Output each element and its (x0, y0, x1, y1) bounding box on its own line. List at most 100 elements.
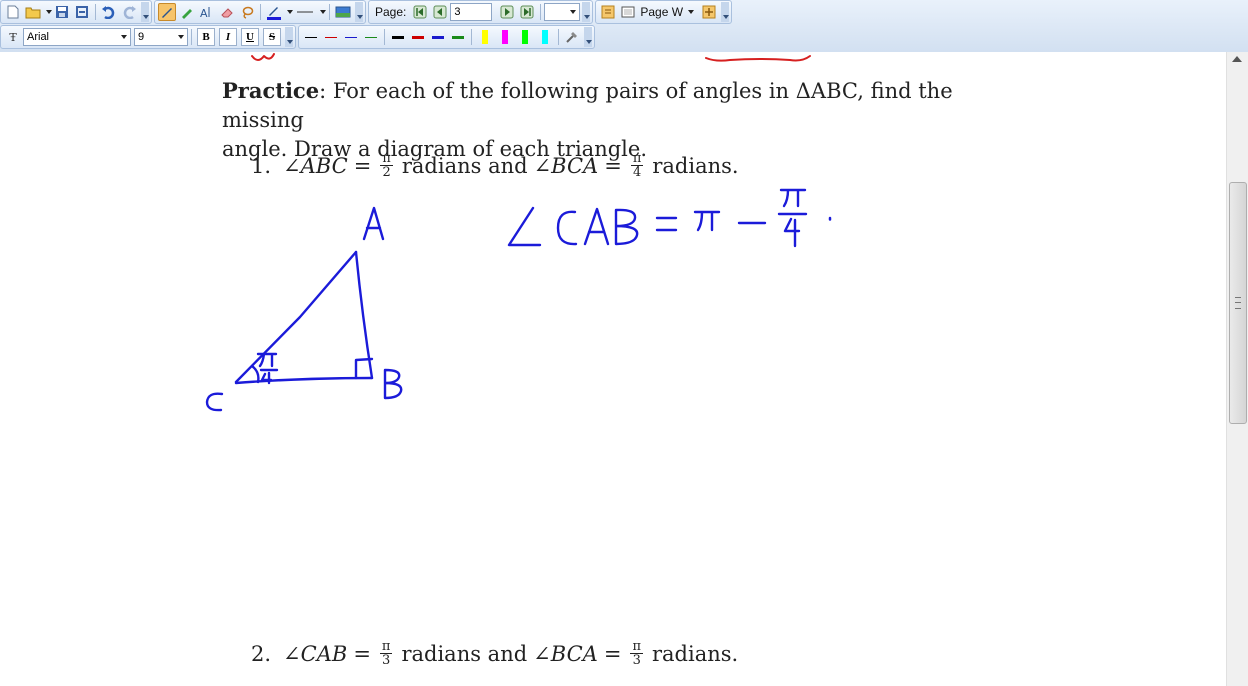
toolbar-separator (329, 4, 330, 20)
toolbar-row-2: Ŧ Arial 9 B I U S (0, 25, 597, 49)
insert-page-icon[interactable] (599, 3, 617, 21)
thick-blue-pen-preset[interactable] (429, 28, 447, 46)
lasso-tool-icon[interactable] (238, 3, 256, 21)
file-toolbar (0, 0, 152, 24)
strikethrough-button[interactable]: S (263, 28, 281, 46)
tools-icon[interactable] (563, 28, 581, 46)
handwritten-angle-sign (507, 206, 542, 247)
undo-icon[interactable] (100, 3, 118, 21)
font-name-select[interactable]: Arial (23, 28, 131, 46)
angle-c-arc (250, 364, 260, 384)
toolbar-overflow-icon[interactable] (582, 2, 591, 22)
bold-button[interactable]: B (197, 28, 215, 46)
zoom-combo[interactable] (544, 3, 581, 21)
zoom-dropdown-icon[interactable] (570, 10, 577, 14)
font-size-value: 9 (138, 31, 145, 43)
view-toolbar: Page W (595, 0, 733, 24)
text-tool-icon[interactable]: A (198, 3, 216, 21)
thick-green-pen-preset[interactable] (449, 28, 467, 46)
pen-color-dropdown-icon[interactable] (287, 10, 293, 14)
handwritten-vertex-b (383, 368, 403, 400)
svg-text:A: A (200, 7, 208, 19)
page-view-icon[interactable] (619, 3, 637, 21)
toolbar-overflow-icon[interactable] (285, 27, 293, 47)
pen-color-icon[interactable] (265, 3, 283, 21)
line-style-icon[interactable] (294, 3, 316, 21)
toolbar-separator (540, 4, 542, 20)
font-name-dropdown-icon[interactable] (121, 35, 127, 39)
toolbar-separator (558, 29, 559, 45)
toolbar-overflow-icon[interactable] (721, 2, 730, 22)
font-size-dropdown-icon[interactable] (178, 35, 184, 39)
handwritten-equals (655, 216, 678, 232)
italic-button[interactable]: I (219, 28, 237, 46)
previous-page-icon[interactable] (431, 3, 449, 21)
last-page-icon[interactable] (518, 3, 536, 21)
background-icon[interactable] (334, 3, 352, 21)
toolbar-separator (384, 29, 385, 45)
pen-tool-icon[interactable] (158, 3, 176, 21)
handwritten-vertex-a (362, 206, 385, 241)
pen-presets-toolbar (298, 25, 595, 49)
page-nav-toolbar: Page: 3 (368, 0, 594, 24)
scrollbar-thumb[interactable] (1229, 182, 1247, 424)
pen-toolbar: A (154, 0, 366, 24)
scrollbar-grip-icon (1235, 297, 1241, 309)
cyan-highlighter-preset[interactable] (536, 28, 554, 46)
view-mode-dropdown-icon[interactable] (688, 10, 695, 14)
handwritten-fraction-pi (779, 188, 807, 208)
toolbar-separator (191, 29, 192, 45)
line-style-dropdown-icon[interactable] (320, 10, 326, 14)
font-icon: Ŧ (9, 30, 17, 44)
open-folder-icon[interactable] (24, 3, 42, 21)
page-label: Page: (375, 5, 407, 19)
handwritten-letter-a (583, 207, 610, 246)
font-toolbar: Ŧ Arial 9 B I U S (0, 25, 296, 49)
view-mode-label[interactable]: Page W (640, 5, 683, 19)
underline-button[interactable]: U (241, 28, 259, 46)
toolbar-separator (95, 4, 96, 20)
font-name-value: Arial (27, 31, 50, 43)
ink-layer (205, 53, 832, 412)
thin-red-pen-preset[interactable] (322, 28, 340, 46)
zoom-in-icon[interactable] (700, 3, 718, 21)
first-page-icon[interactable] (411, 3, 429, 21)
new-document-icon[interactable] (4, 3, 22, 21)
thin-green-pen-preset[interactable] (362, 28, 380, 46)
save-all-icon[interactable] (73, 3, 91, 21)
vertical-scrollbar[interactable] (1226, 52, 1248, 686)
eraser-tool-icon[interactable] (218, 3, 236, 21)
toolbar-overflow-icon[interactable] (584, 27, 592, 47)
toolbar-overflow-icon[interactable] (141, 2, 149, 22)
blue-ink-strokes (205, 188, 832, 412)
triangle-side-ca (234, 250, 358, 384)
scroll-up-icon[interactable] (1232, 56, 1242, 62)
triangle-side-cb (234, 376, 374, 385)
page-number-input[interactable]: 3 (450, 3, 493, 21)
yellow-highlighter-preset[interactable] (476, 28, 494, 46)
handwritten-fraction-4 (783, 217, 801, 248)
handwritten-pi (693, 210, 721, 232)
next-page-icon[interactable] (498, 3, 516, 21)
highlighter-tool-icon[interactable] (178, 3, 196, 21)
toolbar-row-1: A Page: 3 Page W (0, 0, 734, 24)
toolbar-overflow-icon[interactable] (355, 2, 363, 22)
save-icon[interactable] (53, 3, 71, 21)
thin-blue-pen-preset[interactable] (342, 28, 360, 46)
document-page[interactable]: Practice: For each of the following pair… (0, 52, 1226, 686)
toolbar-area: A Page: 3 Page W Ŧ Arial 9 B I U S (0, 0, 1248, 53)
red-ink-strokes (251, 53, 811, 62)
redo-icon[interactable] (120, 3, 138, 21)
font-size-select[interactable]: 9 (134, 28, 188, 46)
thick-black-pen-preset[interactable] (389, 28, 407, 46)
toolbar-separator (260, 4, 261, 20)
handwritten-vertex-c (205, 392, 224, 412)
toolbar-separator (471, 29, 472, 45)
handwritten-letter-c (556, 210, 578, 246)
thick-red-pen-preset[interactable] (409, 28, 427, 46)
open-dropdown-icon[interactable] (46, 10, 52, 14)
green-highlighter-preset[interactable] (516, 28, 534, 46)
thin-black-pen-preset[interactable] (302, 28, 320, 46)
magenta-highlighter-preset[interactable] (496, 28, 514, 46)
handwritten-letter-b (614, 208, 639, 246)
